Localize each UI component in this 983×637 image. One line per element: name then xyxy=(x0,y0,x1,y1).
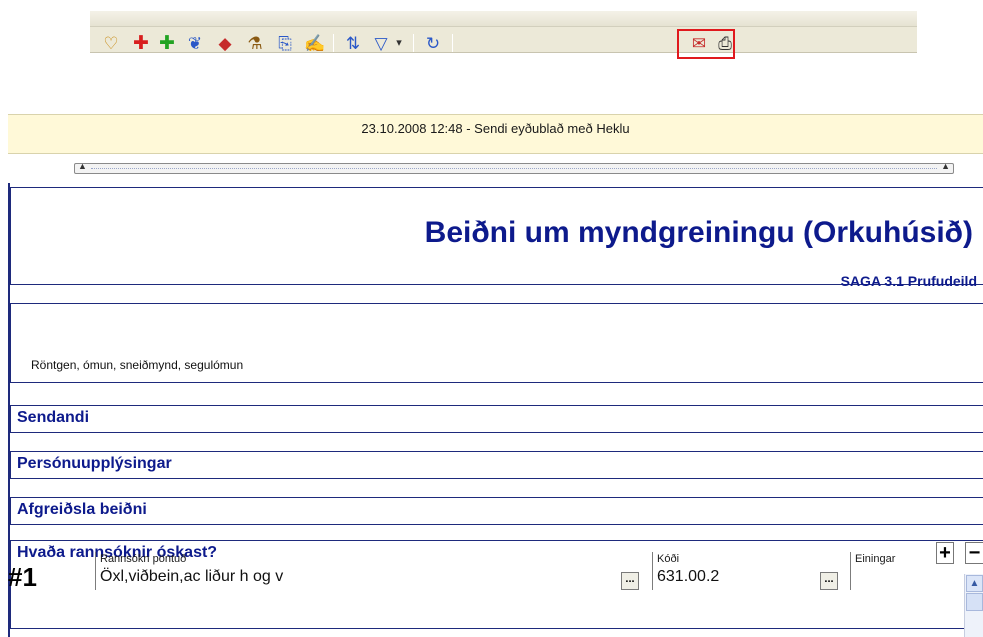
code-field[interactable]: 631.00.2 xyxy=(657,568,719,586)
row-scrollbar[interactable]: ▲ xyxy=(964,574,983,637)
requested-test-label: Rannsókn pöntuð xyxy=(100,553,187,565)
form-subtitle: SAGA 3.1 Prufudeild xyxy=(840,273,977,289)
section-label: Afgreiðsla beiðni xyxy=(17,501,147,518)
toolbar-separator xyxy=(333,34,334,52)
remove-row-button[interactable]: − xyxy=(965,542,983,564)
status-text: 23.10.2008 12:48 - Sendi eyðublað með He… xyxy=(361,121,630,136)
form-description-panel: Röntgen, ómun, sneiðmynd, segulómun xyxy=(10,303,983,383)
requested-test-lookup-button[interactable]: ... xyxy=(621,572,639,590)
filter-icon[interactable]: ▽ xyxy=(370,33,392,53)
toolbar-separator xyxy=(413,34,414,52)
document-copy-icon[interactable]: ⎘ xyxy=(274,33,296,53)
splitter-grip xyxy=(91,168,937,169)
lab-flask-icon[interactable]: ⚗ xyxy=(244,33,266,53)
section-label: Sendandi xyxy=(17,409,90,426)
code-label: Kóði xyxy=(657,553,680,565)
form-title: Beiðni um myndgreiningu (Orkuhúsið) xyxy=(424,216,973,249)
toolbar-grip-strip xyxy=(90,11,917,27)
print-icon[interactable]: ⎙ xyxy=(714,33,736,53)
units-label: Einingar xyxy=(855,553,896,565)
green-plus-icon[interactable]: ✚ xyxy=(156,33,178,53)
red-cross-icon[interactable]: ✚ xyxy=(130,33,152,53)
group-icon[interactable]: ❦ xyxy=(184,33,206,53)
sort-list-icon[interactable]: ⇅ xyxy=(342,33,364,53)
toolbar-separator xyxy=(452,34,453,52)
refresh-icon[interactable]: ↻ xyxy=(422,33,444,53)
row-number: #1 xyxy=(8,562,37,592)
status-bar: 23.10.2008 12:48 - Sendi eyðublað með He… xyxy=(8,114,983,154)
patient-info-icon[interactable]: ♡ xyxy=(100,33,122,53)
section-afgreidsla[interactable]: Afgreiðsla beiðni xyxy=(10,497,983,525)
form-header: Beiðni um myndgreiningu (Orkuhúsið) xyxy=(10,187,983,285)
code-cell: Kóði 631.00.2 ... xyxy=(652,552,848,590)
section-personuupplysingar[interactable]: Persónuupplýsingar xyxy=(10,451,983,479)
send-form-icon[interactable]: ✉ xyxy=(688,33,710,53)
collapse-up-icon[interactable]: ▲ xyxy=(78,161,87,171)
toolbar: ♡ ✚ ✚ ❦ ◆ ⚗ ⎘ ✍ ⇅ ▽ ▾ ↻ ✉ ⎙ xyxy=(90,10,917,59)
filter-dropdown-icon[interactable]: ▾ xyxy=(392,33,406,53)
requested-test-field[interactable]: Öxl,viðbein,ac liður h og v xyxy=(100,568,283,586)
eraser-icon[interactable]: ◆ xyxy=(214,33,236,53)
requested-test-cell: Rannsókn pöntuð Öxl,viðbein,ac liður h o… xyxy=(95,552,650,590)
collapse-splitter[interactable]: ▲ ▲ xyxy=(74,161,954,174)
form-description: Röntgen, ómun, sneiðmynd, segulómun xyxy=(31,358,244,372)
code-lookup-button[interactable]: ... xyxy=(820,572,838,590)
scroll-thumb[interactable] xyxy=(966,593,983,611)
units-cell: Einingar xyxy=(850,552,960,590)
collapse-up-icon[interactable]: ▲ xyxy=(941,161,950,171)
section-sendandi[interactable]: Sendandi xyxy=(10,405,983,433)
scroll-up-icon[interactable]: ▲ xyxy=(966,575,983,592)
sign-document-icon[interactable]: ✍ xyxy=(304,33,326,53)
section-label: Persónuupplýsingar xyxy=(17,455,172,472)
